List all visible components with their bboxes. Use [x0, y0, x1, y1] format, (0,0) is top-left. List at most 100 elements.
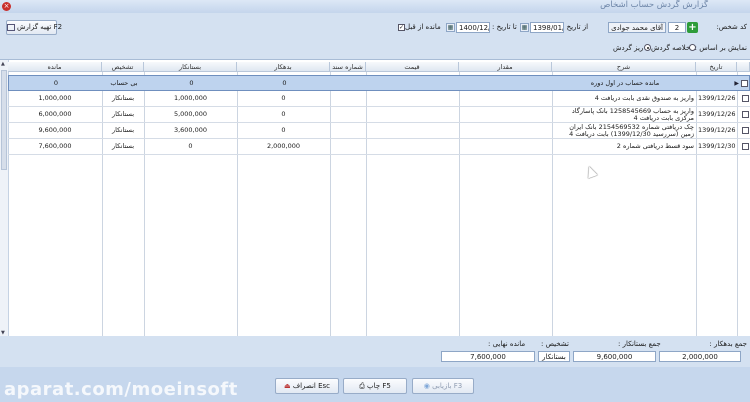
cell-quantity: [459, 107, 552, 122]
cell-quantity: [459, 139, 552, 154]
header-select: [737, 62, 750, 72]
cell-description: مانده حساب در اول دوره: [590, 79, 660, 87]
row-checkbox[interactable]: [742, 143, 749, 150]
calendar-icon[interactable]: ▦: [446, 23, 455, 32]
scroll-thumb[interactable]: [1, 70, 7, 170]
cell-date: 1399/12/26: [698, 94, 736, 102]
opening-balance-label: مانده از قبل: [405, 23, 441, 31]
cell-status: بستانکار: [111, 142, 135, 150]
prepare-report-button[interactable]: تهیه گزارش F2: [6, 20, 62, 35]
cell-debit: 2,000,000: [266, 142, 301, 150]
cell-description: سود قسط دریافتی شماره 2: [616, 142, 694, 150]
status-value: بستانکار: [538, 351, 570, 362]
cell-date: [697, 76, 738, 91]
restore-button[interactable]: ◉ بازیابی F3: [412, 378, 474, 394]
table-row[interactable]: 7,600,000 بستانکار 0 2,000,000 سود قسط د…: [8, 139, 750, 155]
from-date-label: از تاریخ :: [562, 23, 589, 31]
cell-price: [366, 91, 459, 106]
watermark: aparat.com/moeinsoft: [4, 379, 238, 400]
total-credit-label: جمع بستانکار :: [618, 340, 661, 348]
totals-panel: جمع بدهکار : 2,000,000 جمع بستانکار : 9,…: [0, 336, 750, 367]
header-price[interactable]: قیمت: [366, 62, 459, 72]
header-description[interactable]: شرح: [552, 62, 696, 72]
cell-description: واریز به صندوق نقدی بابت دریافت 4: [594, 94, 694, 102]
transactions-table: ▲ ▼ مانده تشخیص بستانکار بدهکار شماره سن…: [0, 59, 750, 337]
print-button[interactable]: ⎙ چاپ F5: [343, 378, 407, 394]
cell-status: بستانکار: [111, 110, 135, 118]
table-row[interactable]: 9,600,000 بستانکار 3,600,000 0 چک دریافت…: [8, 123, 750, 139]
add-icon[interactable]: +: [687, 22, 698, 33]
header-status[interactable]: تشخیص: [102, 62, 144, 72]
cell-balance: 6,000,000: [38, 110, 72, 118]
cell-balance: 0: [53, 79, 59, 87]
cell-debit: 0: [282, 79, 287, 87]
prepare-report-label: تهیه گزارش F2: [17, 23, 63, 31]
opening-balance-checkbox[interactable]: ✓: [398, 24, 405, 31]
cell-price: [367, 76, 460, 91]
cell-quantity: [460, 76, 553, 91]
cell-debit: 0: [281, 126, 286, 134]
to-date-input[interactable]: 1400/12/29: [456, 22, 490, 33]
restore-icon: ◉: [423, 382, 430, 390]
window-title: گزارش گردش حساب اشخاص: [600, 0, 708, 10]
cell-quantity: [459, 123, 552, 138]
detail-mode-label: ریز گردش: [613, 44, 644, 52]
scroll-up-icon[interactable]: ▲: [1, 61, 5, 67]
row-checkbox[interactable]: [742, 95, 749, 102]
cell-price: [366, 123, 459, 138]
status-label: تشخیص :: [541, 340, 569, 348]
table-row[interactable]: 0 بی حساب 0 0 مانده حساب در اول دوره ▶: [8, 75, 750, 91]
cancel-label: انصراف Esc: [292, 382, 331, 390]
cell-quantity: [459, 91, 552, 106]
row-checkbox[interactable]: [742, 127, 749, 134]
row-checkbox[interactable]: [741, 80, 748, 87]
cell-date: 1399/12/30: [698, 142, 736, 150]
cell-doc-no: [330, 139, 366, 154]
cell-status: بی حساب: [110, 79, 138, 87]
cell-price: [366, 107, 459, 122]
row-checkbox[interactable]: [742, 111, 749, 118]
to-date-label: تا تاریخ :: [492, 23, 517, 31]
filter-panel: کد شخص: + 2 آقای محمد جوادی از تاریخ : 1…: [0, 13, 750, 59]
person-name-field: آقای محمد جوادی: [608, 22, 666, 33]
cell-credit: 5,000,000: [173, 110, 208, 118]
cell-price: [366, 139, 459, 154]
header-date[interactable]: تاریخ: [696, 62, 737, 72]
cell-status: بستانکار: [111, 126, 135, 134]
header-doc-no[interactable]: شماره سند: [330, 62, 366, 72]
final-balance-value: 7,600,000: [441, 351, 535, 362]
person-code-label: کد شخص:: [716, 23, 747, 31]
summary-mode-label: خلاصه گردش: [651, 44, 691, 52]
header-quantity[interactable]: مقدار: [459, 62, 552, 72]
cell-doc-no: [330, 123, 366, 138]
printer-icon: ⎙: [359, 382, 365, 390]
restore-label: بازیابی F3: [432, 382, 463, 390]
cell-date: 1399/12/26: [698, 110, 736, 118]
cell-balance: 1,000,000: [38, 94, 72, 102]
total-debit-label: جمع بدهکار :: [709, 340, 747, 348]
cell-debit: 0: [281, 110, 286, 118]
total-credit-value: 9,600,000: [573, 351, 656, 362]
print-label: چاپ F5: [367, 382, 391, 390]
report-icon: [7, 23, 15, 31]
close-icon[interactable]: ×: [2, 2, 11, 11]
cell-doc-no: [330, 107, 366, 122]
from-date-input[interactable]: 1398/01/01: [530, 22, 564, 33]
row-indicator-icon: ▶: [734, 80, 739, 87]
detail-mode-radio[interactable]: [644, 44, 651, 51]
cell-status: بستانکار: [111, 94, 135, 102]
header-debit[interactable]: بدهکار: [237, 62, 330, 72]
person-code-input[interactable]: 2: [668, 22, 686, 33]
cell-date: 1399/12/26: [698, 126, 736, 134]
exit-icon: ⏏: [283, 382, 291, 390]
calendar-icon[interactable]: ▦: [520, 23, 529, 32]
header-credit[interactable]: بستانکار: [144, 62, 237, 72]
cell-credit: 0: [189, 79, 194, 87]
cell-description: چک دریافتی شماره 2154569532 بانک ایران ز…: [569, 123, 694, 138]
table-row[interactable]: 6,000,000 بستانکار 5,000,000 0 واریز به …: [8, 107, 750, 123]
cell-credit: 1,000,000: [173, 94, 208, 102]
header-balance[interactable]: مانده: [8, 62, 102, 72]
cancel-button[interactable]: ⏏ انصراف Esc: [275, 378, 339, 394]
table-row[interactable]: 1,000,000 بستانکار 1,000,000 0 واریز به …: [8, 91, 750, 107]
cell-balance: 7,600,000: [38, 142, 72, 150]
